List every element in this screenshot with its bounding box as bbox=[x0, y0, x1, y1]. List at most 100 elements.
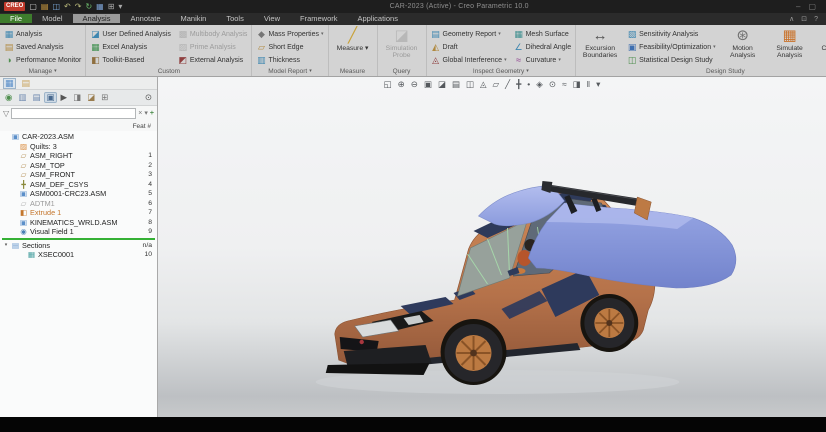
statistical-design-study-button[interactable]: ◫Statistical Design Study bbox=[625, 54, 717, 66]
external-analysis-button[interactable]: ◩External Analysis bbox=[176, 54, 250, 66]
tab-file[interactable]: File bbox=[0, 14, 32, 23]
perspective-icon[interactable]: ◬ bbox=[479, 80, 488, 89]
ribbon-options-icon[interactable]: ⊡ bbox=[801, 15, 807, 23]
undo-icon[interactable]: ↶ bbox=[64, 2, 71, 11]
collapse-ribbon-icon[interactable]: ∧ bbox=[789, 15, 794, 23]
tab-applications[interactable]: Applications bbox=[348, 14, 408, 23]
excursion-boundaries-button[interactable]: ↔Excursion Boundaries bbox=[578, 26, 622, 61]
simulation-overlay-icon[interactable]: ≈ bbox=[561, 80, 568, 89]
mass-properties-button[interactable]: ◆Mass Properties▾ bbox=[254, 28, 325, 40]
tree-item-extrude-1[interactable]: ◧Extrude 17 bbox=[0, 208, 157, 218]
save-icon[interactable]: ◫ bbox=[52, 2, 60, 11]
repaint-icon[interactable]: ▣ bbox=[423, 80, 433, 89]
tree-item-asm-right[interactable]: ▱ASM_RIGHT1 bbox=[0, 151, 157, 161]
graphics-area[interactable]: ◱ ⊕ ⊖ ▣ ◪ ▤ ◫ ◬ ▱╱ ╋ • ◈ ⊙ ≈ ◨ ‖▾ bbox=[158, 77, 826, 417]
select-mode-icon[interactable]: ▶ bbox=[60, 93, 69, 102]
regenerate-icon[interactable]: ↻ bbox=[85, 2, 92, 11]
multibody-analysis-button[interactable]: ▩Multibody Analysis bbox=[176, 28, 250, 40]
global-interference-button[interactable]: ◬Global Interference▾ bbox=[429, 54, 509, 66]
tree-columns-icon[interactable]: ▥ bbox=[17, 93, 27, 102]
collapse-toolbar-icon[interactable]: ▾ bbox=[595, 80, 601, 89]
sensitivity-analysis-button[interactable]: ▧Sensitivity Analysis bbox=[625, 28, 717, 40]
expand-all-icon[interactable]: ⊞ bbox=[100, 93, 109, 102]
tab-analysis[interactable]: Analysis bbox=[73, 14, 121, 23]
toolkit-based-button[interactable]: ◧Toolkit-Based bbox=[88, 54, 172, 66]
redo-icon[interactable]: ↷ bbox=[75, 2, 82, 11]
search-icon[interactable]: ⊙ bbox=[144, 93, 153, 102]
dihedral-angle-button[interactable]: ∠Dihedral Angle bbox=[512, 41, 574, 53]
mesh-surface-button[interactable]: ▦Mesh Surface bbox=[512, 28, 574, 40]
simulation-probe-button[interactable]: ◪Simulation Probe bbox=[380, 26, 424, 61]
csys-display-icon[interactable]: ╋ bbox=[515, 80, 522, 89]
model-display-icon[interactable]: ▦ bbox=[96, 2, 104, 11]
folder-browser-tab[interactable]: ▤ bbox=[21, 79, 32, 88]
thickness-button[interactable]: ▥Thickness bbox=[254, 54, 325, 66]
feat-number: 8 bbox=[148, 219, 152, 226]
tree-item-kinematics-wrld-asm[interactable]: ▣KINEMATICS_WRLD.ASM8 bbox=[0, 218, 157, 228]
pause-icon[interactable]: ‖ bbox=[586, 80, 592, 89]
tree-item-asm-top[interactable]: ▱ASM_TOP2 bbox=[0, 161, 157, 171]
motion-analysis-button[interactable]: ⊛Motion Analysis bbox=[721, 26, 765, 61]
point-display-icon[interactable]: • bbox=[526, 80, 531, 89]
prime-analysis-button[interactable]: ▨Prime Analysis bbox=[176, 41, 250, 53]
new-file-icon[interactable]: ▢ bbox=[29, 2, 37, 11]
tree-item-car-2023-asm[interactable]: ▣CAR-2023.ASM bbox=[0, 132, 157, 142]
annotation-display-icon[interactable]: ◈ bbox=[535, 80, 544, 89]
model-tree-tab[interactable]: ▦ bbox=[4, 79, 15, 88]
clearance-and-creepage-analysis-button[interactable]: ≈Clearance and Creepage Analysis bbox=[815, 26, 826, 68]
tree-item-sections[interactable]: ▾▤Sectionsn/a bbox=[0, 241, 157, 251]
tree-expander-icon[interactable]: ▾ bbox=[3, 242, 9, 248]
refit-icon[interactable]: ◱ bbox=[383, 80, 393, 89]
filter-funnel-icon[interactable]: ▽ bbox=[3, 109, 9, 118]
unhide-icon[interactable]: ◨ bbox=[72, 93, 82, 102]
excel-analysis-button[interactable]: ▦Excel Analysis bbox=[88, 41, 172, 53]
zoom-in-icon[interactable]: ⊕ bbox=[397, 80, 406, 89]
view-manager-icon[interactable]: ◫ bbox=[465, 80, 475, 89]
saved-analysis-button[interactable]: ▤Saved Analysis bbox=[2, 41, 83, 53]
tree-item-xsec0001[interactable]: ▦XSEC000110 bbox=[0, 250, 157, 260]
measure-button[interactable]: ╱Measure ▾ bbox=[331, 26, 375, 53]
geometry-report-button[interactable]: ▤Geometry Report▾ bbox=[429, 28, 509, 40]
clear-filter-icon[interactable]: × bbox=[138, 110, 142, 117]
tab-annotate[interactable]: Annotate bbox=[120, 14, 170, 23]
realtime-render-icon[interactable]: ◨ bbox=[572, 80, 582, 89]
simulate-analysis-button[interactable]: ▦Simulate Analysis bbox=[768, 26, 812, 61]
car-3d-model[interactable] bbox=[158, 77, 826, 417]
display-style-icon[interactable]: ◪ bbox=[437, 80, 447, 89]
user-defined-analysis-button[interactable]: ◪User Defined Analysis bbox=[88, 28, 172, 40]
analysis-button[interactable]: ▦Analysis bbox=[2, 28, 83, 40]
tree-item-asm-front[interactable]: ▱ASM_FRONT3 bbox=[0, 170, 157, 180]
curvature-button[interactable]: ≈Curvature▾ bbox=[512, 54, 574, 66]
named-views-icon[interactable]: ▤ bbox=[451, 80, 461, 89]
windows-icon[interactable]: ⊞ bbox=[108, 2, 115, 11]
draft-button[interactable]: ◭Draft bbox=[429, 41, 509, 53]
open-icon[interactable]: ▤ bbox=[41, 2, 49, 11]
tree-filters-icon[interactable]: ▤ bbox=[31, 93, 41, 102]
filter-dropdown-icon[interactable]: ▾ bbox=[144, 110, 148, 117]
add-filter-icon[interactable]: + bbox=[150, 110, 154, 117]
tab-model[interactable]: Model bbox=[32, 14, 72, 23]
tree-search-input[interactable] bbox=[11, 108, 136, 119]
tab-tools[interactable]: Tools bbox=[216, 14, 254, 23]
tree-item-asm0001-crc23-asm[interactable]: ▣ASM0001-CRC23.ASM5 bbox=[0, 189, 157, 199]
show-annotations-icon[interactable]: ◪ bbox=[86, 93, 96, 102]
tab-view[interactable]: View bbox=[254, 14, 290, 23]
tab-framework[interactable]: Framework bbox=[290, 14, 348, 23]
zoom-out-icon[interactable]: ⊖ bbox=[410, 80, 419, 89]
highlight-geometry-icon[interactable]: ▣ bbox=[45, 93, 55, 102]
spin-center-icon[interactable]: ⊙ bbox=[548, 80, 557, 89]
help-icon[interactable]: ? bbox=[814, 16, 818, 23]
tree-item-quilts-3[interactable]: ▨Quilts: 3 bbox=[0, 142, 157, 152]
tree-item-adtm1[interactable]: ▱ADTM16 bbox=[0, 199, 157, 209]
tree-item-visual-field-1[interactable]: ◉Visual Field 19 bbox=[0, 227, 157, 237]
maximize-button[interactable]: ▢ bbox=[808, 2, 816, 11]
datum-planes-icon[interactable]: ▱ bbox=[492, 80, 501, 89]
feasibility-optimization-button[interactable]: ▣Feasibility/Optimization▾ bbox=[625, 41, 717, 53]
minimize-button[interactable]: – bbox=[796, 2, 800, 11]
tree-item-asm-def-csys[interactable]: ╋ASM_DEF_CSYS4 bbox=[0, 180, 157, 190]
datum-axes-icon[interactable]: ╱ bbox=[504, 80, 511, 89]
tab-manikin[interactable]: Manikin bbox=[171, 14, 217, 23]
show-options-icon[interactable]: ◉ bbox=[4, 93, 13, 102]
performance-monitor-button[interactable]: ◑Performance Monitor bbox=[2, 54, 83, 66]
short-edge-button[interactable]: ▱Short Edge bbox=[254, 41, 325, 53]
